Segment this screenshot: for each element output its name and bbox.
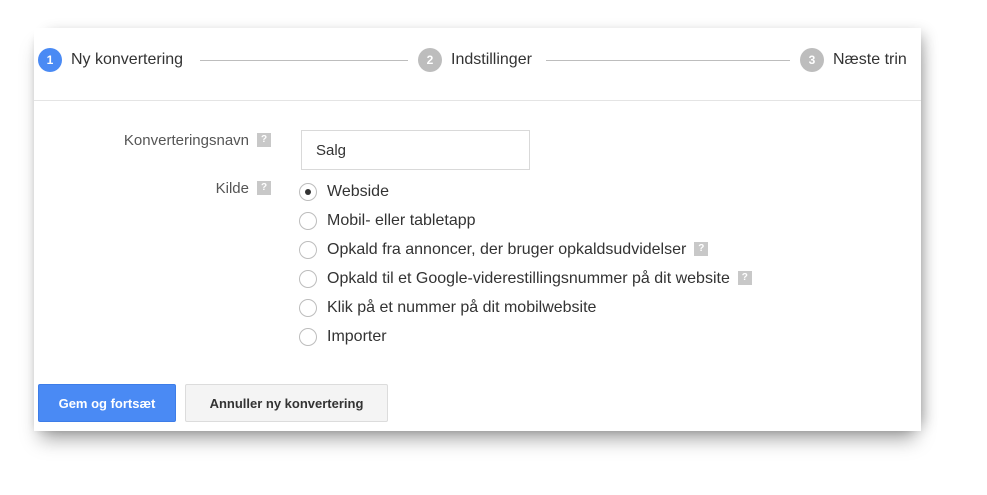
radio-label: Webside — [327, 182, 389, 200]
radio-button[interactable] — [299, 240, 317, 259]
radio-option-import[interactable]: Importer — [299, 322, 752, 351]
conversion-name-input[interactable] — [301, 130, 530, 170]
help-icon[interactable]: ? — [257, 181, 271, 196]
cancel-new-conversion-button[interactable]: Annuller ny konvertering — [185, 384, 388, 422]
radio-button[interactable] — [299, 269, 317, 288]
help-icon[interactable]: ? — [257, 133, 271, 148]
radio-option-google-forwarding-number[interactable]: Opkald til et Google-viderestillingsnumm… — [299, 264, 752, 293]
radio-button[interactable] — [299, 327, 317, 346]
step-new-conversion: 1 Ny konvertering — [38, 48, 183, 72]
radio-label: Opkald fra annoncer, der bruger opkaldsu… — [327, 240, 687, 258]
stepper: 1 Ny konvertering 2 Indstillinger 3 Næst… — [34, 28, 921, 101]
radio-button[interactable] — [299, 298, 317, 317]
conversion-card: 1 Ny konvertering 2 Indstillinger 3 Næst… — [34, 28, 921, 431]
step-label-settings: Indstillinger — [451, 51, 532, 68]
step-next: 3 Næste trin — [800, 48, 907, 72]
help-icon[interactable]: ? — [737, 270, 752, 285]
radio-label: Klik på et nummer på dit mobilwebsite — [327, 298, 597, 316]
radio-option-mobile-app[interactable]: Mobil- eller tabletapp — [299, 206, 752, 235]
step-settings: 2 Indstillinger — [418, 48, 532, 72]
radio-button[interactable] — [299, 182, 317, 201]
conversion-name-label: Konverteringsnavn? — [124, 132, 271, 149]
step-connector — [200, 60, 408, 61]
source-radio-group: Webside Mobil- eller tabletapp Opkald fr… — [299, 177, 752, 351]
step-number-2: 2 — [418, 48, 442, 72]
help-icon[interactable]: ? — [694, 241, 709, 256]
step-label-next: Næste trin — [833, 51, 907, 68]
radio-label: Importer — [327, 327, 387, 345]
step-label-new-conversion: Ny konvertering — [71, 51, 184, 68]
step-connector — [546, 60, 790, 61]
radio-label: Mobil- eller tabletapp — [327, 211, 476, 229]
step-number-3: 3 — [800, 48, 824, 72]
radio-option-webside[interactable]: Webside — [299, 177, 752, 206]
radio-label: Opkald til et Google-viderestillingsnumm… — [327, 269, 730, 287]
save-and-continue-button[interactable]: Gem og fortsæt — [38, 384, 176, 422]
source-label: Kilde? — [216, 180, 271, 197]
step-number-1: 1 — [38, 48, 62, 72]
radio-button[interactable] — [299, 211, 317, 230]
radio-option-click-number-mobile[interactable]: Klik på et nummer på dit mobilwebsite — [299, 293, 752, 322]
radio-option-call-from-ads[interactable]: Opkald fra annoncer, der bruger opkaldsu… — [299, 235, 752, 264]
